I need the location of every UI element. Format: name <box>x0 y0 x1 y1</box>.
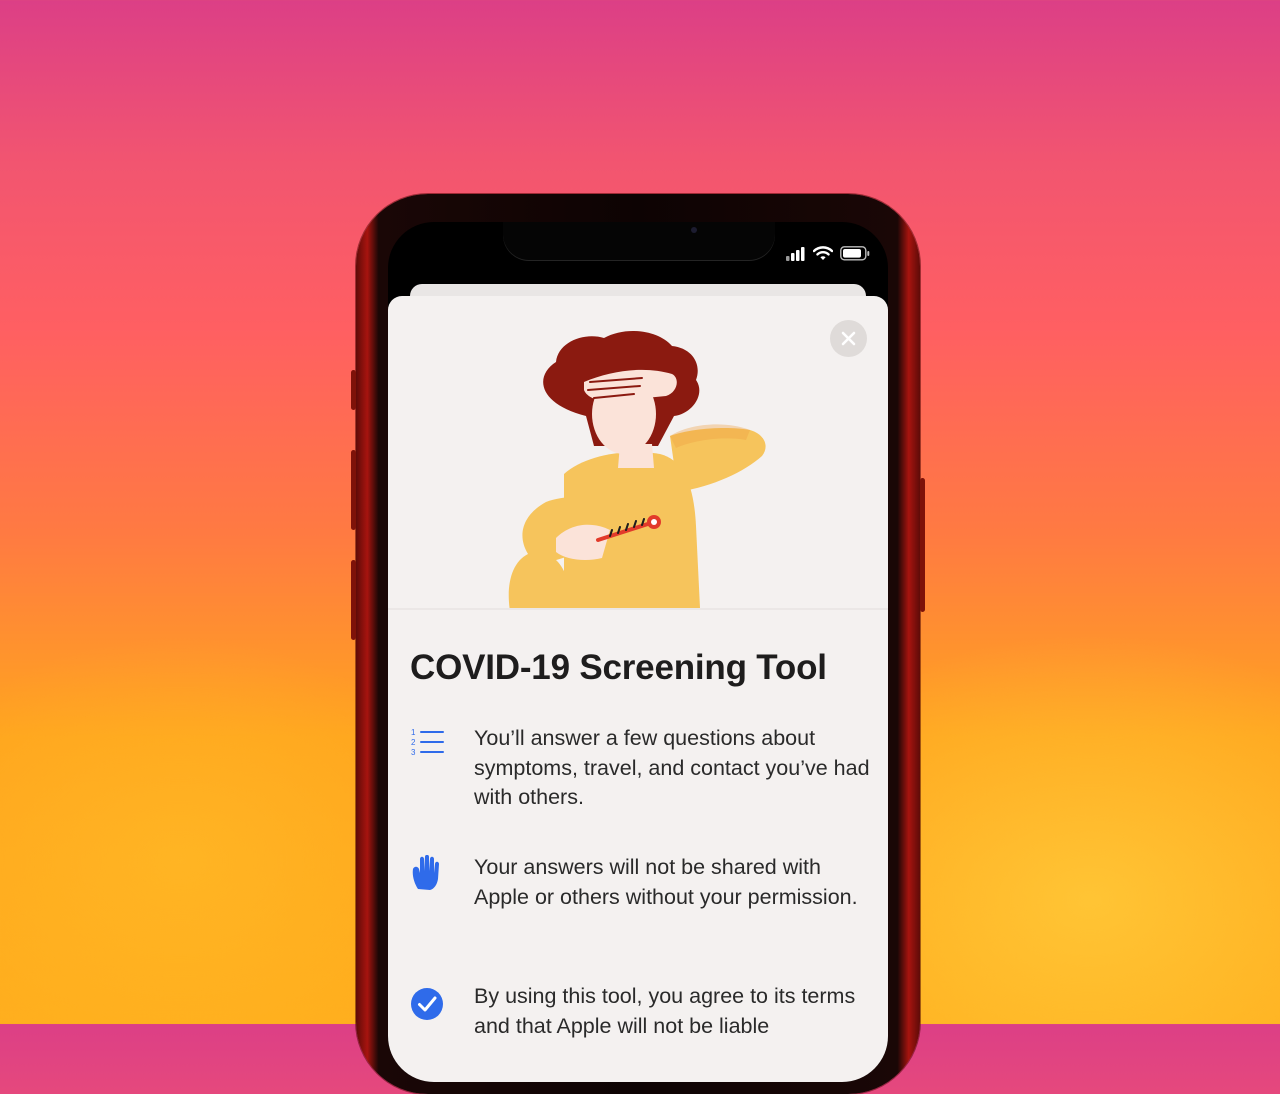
front-camera <box>691 227 697 233</box>
svg-text:1: 1 <box>411 728 416 737</box>
info-text-privacy: Your answers will not be shared with App… <box>474 855 858 909</box>
checkmark-circle-icon <box>411 988 443 1020</box>
person-with-thermometer-illustration <box>508 331 766 608</box>
svg-text:3: 3 <box>411 748 416 757</box>
close-button[interactable] <box>830 320 867 357</box>
screening-sheet: COVID-19 Screening Tool 1 2 3 You’ll ans… <box>388 296 888 1082</box>
page-title: COVID-19 Screening Tool <box>410 648 827 687</box>
info-item-terms: By using this tool, you agree to its ter… <box>410 982 870 1074</box>
status-bar <box>786 246 870 261</box>
cellular-signal-icon <box>786 246 805 261</box>
volume-down-button <box>351 560 356 640</box>
info-item-questions: 1 2 3 You’ll answer a few questions abou… <box>410 724 870 816</box>
notch <box>503 222 775 260</box>
wifi-icon <box>813 246 833 260</box>
info-text-questions: You’ll answer a few questions about symp… <box>474 726 870 809</box>
info-item-privacy: Your answers will not be shared with App… <box>410 853 870 945</box>
raised-hand-icon <box>412 855 439 890</box>
power-button <box>920 478 925 612</box>
info-text-terms: By using this tool, you agree to its ter… <box>474 984 856 1038</box>
silent-switch <box>351 370 356 410</box>
volume-up-button <box>351 450 356 530</box>
phone-screen: COVID-19 Screening Tool 1 2 3 You’ll ans… <box>388 222 888 1082</box>
numbered-list-icon: 1 2 3 <box>411 728 444 757</box>
hero-divider <box>388 608 888 610</box>
battery-icon <box>840 246 870 261</box>
close-icon <box>841 331 856 346</box>
svg-text:2: 2 <box>411 738 416 747</box>
